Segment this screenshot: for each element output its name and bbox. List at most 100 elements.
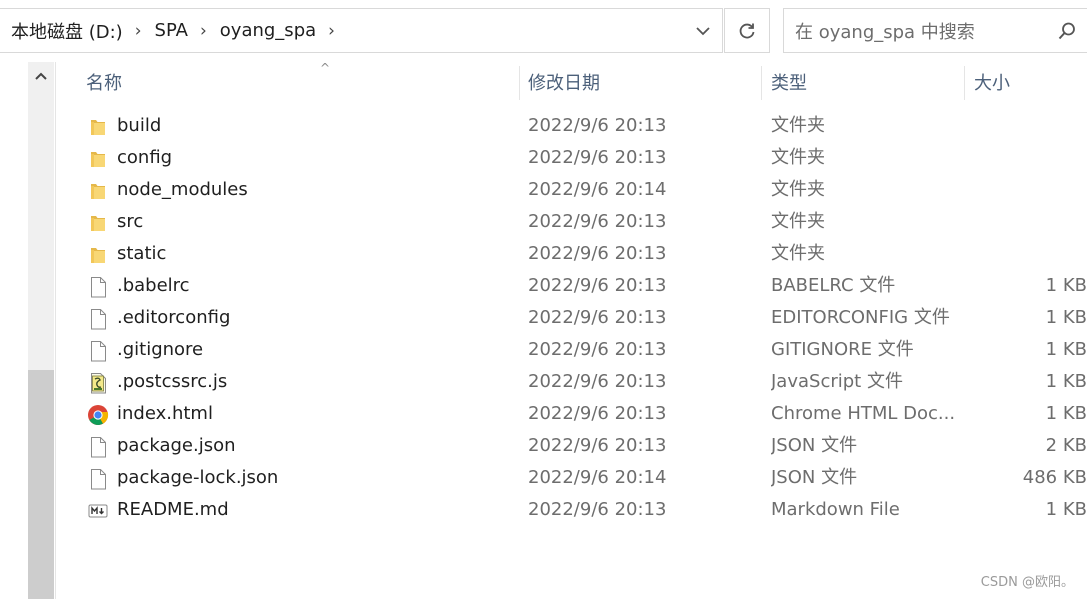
file-size: 1 KB xyxy=(1045,499,1087,520)
file-row[interactable]: README.md 2022/9/6 20:13 Markdown File 1 KB xyxy=(56,494,1087,526)
file-size: 2 KB xyxy=(1045,435,1087,456)
file-size xyxy=(961,174,1087,206)
column-name-label: 名称 xyxy=(86,73,122,94)
file-type: Markdown File xyxy=(771,499,900,520)
file-type: GITIGNORE 文件 xyxy=(771,339,914,360)
column-type-label: 类型 xyxy=(771,73,807,94)
markdown-icon xyxy=(87,500,109,522)
file-modified-date: 2022/9/6 20:13 xyxy=(528,243,667,264)
file-row[interactable]: .gitignore 2022/9/6 20:13 GITIGNORE 文件 1 KB xyxy=(56,334,1087,366)
chevron-down-icon xyxy=(696,26,710,35)
file-row[interactable]: src 2022/9/6 20:13 文件夹 xyxy=(56,206,1087,238)
folder-icon xyxy=(87,148,109,170)
column-divider[interactable] xyxy=(761,66,762,100)
chevron-right-icon[interactable]: › xyxy=(200,21,207,41)
file-size: 1 KB xyxy=(1045,339,1087,360)
refresh-icon xyxy=(739,23,755,38)
folder-icon xyxy=(87,212,109,234)
file-name: src xyxy=(117,211,144,232)
chevron-right-icon[interactable]: › xyxy=(135,21,142,41)
file-size: 1 KB xyxy=(1045,403,1087,424)
file-size: 486 KB xyxy=(1022,467,1087,488)
file-name: .gitignore xyxy=(117,339,204,360)
file-modified-date: 2022/9/6 20:13 xyxy=(528,339,667,360)
breadcrumb-oyang-spa[interactable]: oyang_spa xyxy=(220,20,316,41)
file-row[interactable]: build 2022/9/6 20:13 文件夹 xyxy=(56,110,1087,142)
column-divider[interactable] xyxy=(964,66,965,100)
breadcrumb-drive[interactable]: 本地磁盘 (D:) xyxy=(11,18,123,44)
file-name: index.html xyxy=(117,403,213,424)
column-divider[interactable] xyxy=(519,66,520,100)
file-row[interactable]: package.json 2022/9/6 20:13 JSON 文件 2 KB xyxy=(56,430,1087,462)
address-history-dropdown[interactable] xyxy=(683,8,723,53)
column-size-label: 大小 xyxy=(974,73,1010,94)
file-row[interactable]: .postcssrc.js 2022/9/6 20:13 JavaScript 文件… xyxy=(56,366,1087,398)
column-date-label: 修改日期 xyxy=(528,73,600,94)
file-size: 1 KB xyxy=(1045,275,1087,296)
folder-icon xyxy=(87,244,109,266)
column-headers: 名称 ^ 修改日期 类型 大小 xyxy=(56,61,1087,102)
file-modified-date: 2022/9/6 20:13 xyxy=(528,499,667,520)
refresh-button[interactable] xyxy=(724,8,770,53)
folder-icon xyxy=(87,180,109,202)
file-modified-date: 2022/9/6 20:13 xyxy=(528,115,667,136)
column-header-type[interactable]: 类型 xyxy=(771,62,961,102)
file-name: build xyxy=(117,115,162,136)
watermark: CSDN @欧阳。 xyxy=(980,575,1074,590)
file-modified-date: 2022/9/6 20:13 xyxy=(528,211,667,232)
file-name: README.md xyxy=(117,499,229,520)
address-bar[interactable]: 本地磁盘 (D:) › SPA › oyang_spa › xyxy=(0,8,723,53)
file-name: package.json xyxy=(117,435,236,456)
folder-icon xyxy=(87,116,109,138)
file-modified-date: 2022/9/6 20:14 xyxy=(528,179,667,200)
file-type: BABELRC 文件 xyxy=(771,275,896,296)
file-size xyxy=(961,142,1087,174)
file-size: 1 KB xyxy=(1045,371,1087,392)
file-type: EDITORCONFIG 文件 xyxy=(771,307,950,328)
file-icon xyxy=(87,276,109,298)
file-row[interactable]: package-lock.json 2022/9/6 20:14 JSON 文件 48… xyxy=(56,462,1087,494)
file-modified-date: 2022/9/6 20:13 xyxy=(528,307,667,328)
file-row[interactable]: static 2022/9/6 20:13 文件夹 xyxy=(56,238,1087,270)
file-type: JSON 文件 xyxy=(771,467,858,488)
file-size: 1 KB xyxy=(1045,307,1087,328)
file-type: 文件夹 xyxy=(771,179,825,200)
file-icon xyxy=(87,308,109,330)
breadcrumb-spa[interactable]: SPA xyxy=(155,20,188,41)
file-icon xyxy=(87,468,109,490)
file-row[interactable]: index.html 2022/9/6 20:13 Chrome HTML Doc.… xyxy=(56,398,1087,430)
file-name: .editorconfig xyxy=(117,307,231,328)
file-modified-date: 2022/9/6 20:13 xyxy=(528,403,667,424)
nav-scrollbar-thumb[interactable] xyxy=(28,370,54,599)
file-size xyxy=(961,238,1087,270)
file-type: 文件夹 xyxy=(771,243,825,264)
file-modified-date: 2022/9/6 20:13 xyxy=(528,435,667,456)
file-type: 文件夹 xyxy=(771,115,825,136)
column-header-date[interactable]: 修改日期 xyxy=(528,62,758,102)
chevron-right-icon[interactable]: › xyxy=(328,21,335,41)
file-modified-date: 2022/9/6 20:13 xyxy=(528,371,667,392)
file-type: JSON 文件 xyxy=(771,435,858,456)
navigation-pane xyxy=(0,62,55,599)
file-icon xyxy=(87,340,109,362)
file-modified-date: 2022/9/6 20:13 xyxy=(528,275,667,296)
column-header-size[interactable]: 大小 xyxy=(974,62,1087,102)
file-icon xyxy=(87,436,109,458)
search-icon[interactable] xyxy=(1057,21,1077,41)
file-row[interactable]: .editorconfig 2022/9/6 20:13 EDITORCONFIG … xyxy=(56,302,1087,334)
column-header-name[interactable]: 名称 ^ xyxy=(86,61,516,102)
file-list: build 2022/9/6 20:13 文件夹 config 2022/9/6 20… xyxy=(56,110,1087,526)
file-row[interactable]: config 2022/9/6 20:13 文件夹 xyxy=(56,142,1087,174)
scroll-up-button[interactable] xyxy=(28,62,54,90)
file-type: Chrome HTML Doc... xyxy=(771,403,956,424)
file-size xyxy=(961,206,1087,238)
chrome-icon xyxy=(87,404,109,426)
file-name: config xyxy=(117,147,173,168)
file-name: static xyxy=(117,243,167,264)
file-row[interactable]: .babelrc 2022/9/6 20:13 BABELRC 文件 1 KB xyxy=(56,270,1087,302)
file-name: .babelrc xyxy=(117,275,190,296)
file-type: JavaScript 文件 xyxy=(771,371,903,392)
search-box[interactable]: 在 oyang_spa 中搜索 xyxy=(783,8,1087,53)
search-placeholder: 在 oyang_spa 中搜索 xyxy=(795,21,975,43)
file-row[interactable]: node_modules 2022/9/6 20:14 文件夹 xyxy=(56,174,1087,206)
